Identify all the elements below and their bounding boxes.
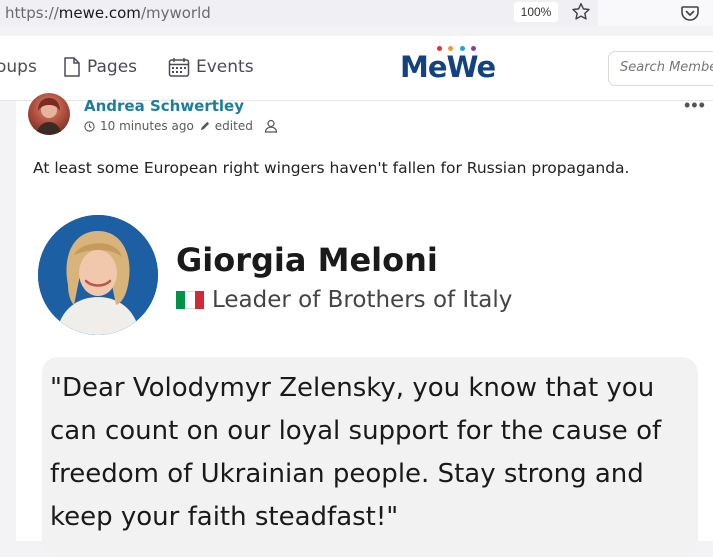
profile-photo	[38, 215, 158, 335]
zoom-level-badge[interactable]: 100%	[514, 2, 558, 22]
quote-box: "Dear Volodymyr Zelensky, you know that …	[42, 357, 698, 557]
url-text: https://mewe.com/myworld	[5, 4, 211, 22]
post-text: At least some European right wingers hav…	[33, 159, 630, 177]
nav-groups[interactable]: oups	[0, 57, 37, 77]
nav-pages-label: Pages	[87, 57, 138, 77]
bookmark-star-icon[interactable]	[570, 1, 592, 23]
clock-icon	[84, 120, 95, 132]
mewe-logo[interactable]: MeWe	[400, 46, 496, 84]
post-author[interactable]: Andrea Schwertley	[84, 97, 244, 115]
post-edited[interactable]: edited	[215, 119, 253, 133]
quote-text: "Dear Volodymyr Zelensky, you know that …	[50, 373, 662, 532]
more-options-icon[interactable]: •••	[684, 95, 706, 116]
nav-groups-label: oups	[0, 57, 37, 77]
page-icon	[64, 57, 80, 77]
search-box[interactable]	[608, 51, 713, 86]
embed-role-text: Leader of Brothers of Italy	[212, 287, 513, 313]
italy-flag-icon	[176, 291, 204, 309]
calendar-icon	[168, 58, 190, 77]
post-meta: 10 minutes ago edited	[84, 119, 278, 133]
embed-role: Leader of Brothers of Italy	[176, 287, 512, 313]
post-image[interactable]: Giorgia Meloni Leader of Brothers of Ita…	[16, 201, 713, 557]
pencil-icon	[200, 121, 209, 130]
browser-toolbar: https://mewe.com/myworld 100%	[0, 0, 713, 26]
post-card: Andrea Schwertley 10 minutes ago edited …	[16, 93, 713, 557]
address-bar[interactable]: https://mewe.com/myworld 100%	[0, 0, 598, 26]
top-navigation: oups Pages Events MeWe	[0, 36, 713, 101]
user-icon[interactable]	[264, 119, 278, 133]
logo-text: MeWe	[400, 50, 496, 84]
nav-events[interactable]: Events	[168, 57, 254, 77]
post-time: 10 minutes ago	[100, 119, 194, 133]
avatar[interactable]	[28, 93, 70, 135]
search-input[interactable]	[620, 60, 713, 75]
nav-pages[interactable]: Pages	[63, 57, 137, 77]
embed-name: Giorgia Meloni	[176, 241, 438, 279]
pocket-icon[interactable]	[680, 3, 700, 23]
nav-events-label: Events	[196, 57, 254, 77]
